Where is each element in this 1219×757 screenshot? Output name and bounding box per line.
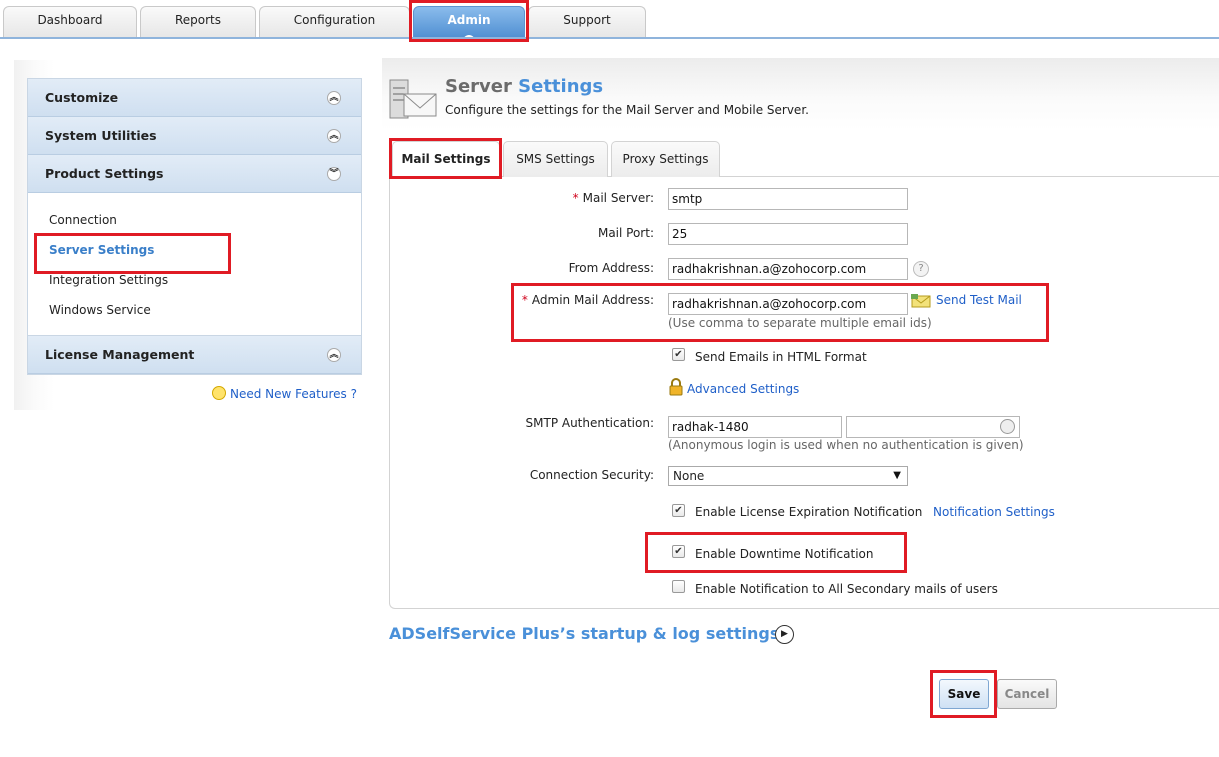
tab-mail-settings[interactable]: Mail Settings — [392, 141, 500, 177]
send-html-label: Send Emails in HTML Format — [695, 350, 867, 364]
smtp-auth-label: SMTP Authentication: — [525, 416, 654, 430]
chevron-down-icon[interactable]: ︾ — [327, 167, 341, 181]
from-address-input[interactable]: radhakrishnan.a@zohocorp.com — [668, 258, 908, 280]
product-settings-list: Connection Server Settings Integration S… — [28, 193, 361, 336]
need-new-features-label: Need New Features ? — [230, 387, 357, 401]
help-icon[interactable]: ? — [913, 261, 929, 277]
sidebar-item-connection[interactable]: Connection — [49, 213, 117, 227]
page-title-part2: Settings — [518, 76, 604, 97]
connection-security-label: Connection Security: — [529, 468, 654, 482]
envelope-icon — [911, 294, 931, 308]
mail-server-icon — [389, 79, 437, 119]
tab-support[interactable]: Support — [528, 6, 646, 38]
expand-arrow-icon[interactable]: ▶ — [775, 625, 794, 644]
lock-icon — [669, 378, 683, 396]
notification-settings-link[interactable]: Notification Settings — [933, 505, 1055, 519]
need-new-features-link[interactable]: Need New Features ? — [212, 386, 357, 401]
startup-log-settings-link[interactable]: ADSelfService Plus’s startup & log setti… — [389, 624, 779, 643]
mail-server-input[interactable]: smtp — [668, 188, 908, 210]
sidebar-item-windows-service[interactable]: Windows Service — [49, 303, 151, 317]
sidebar-section-label: Customize — [45, 90, 119, 105]
show-password-icon[interactable] — [1000, 419, 1015, 434]
smtp-password-input[interactable] — [846, 416, 1020, 438]
mail-port-input[interactable]: 25 — [668, 223, 908, 245]
sidebar-item-server-settings[interactable]: Server Settings — [49, 243, 154, 257]
sidebar-section-label: System Utilities — [45, 128, 157, 143]
downtime-notification-checkbox[interactable]: ✔ — [672, 545, 685, 558]
required-mark: * — [572, 191, 579, 205]
tab-reports[interactable]: Reports — [140, 6, 256, 38]
chevron-up-icon[interactable]: ︽ — [327, 348, 341, 362]
nav-baseline — [0, 37, 1219, 39]
admin-mail-hint: (Use comma to separate multiple email id… — [668, 316, 932, 330]
top-navigation: Dashboard Reports Configuration Admin Su… — [0, 0, 1219, 41]
admin-mail-label-text: Admin Mail Address: — [531, 293, 654, 307]
send-html-checkbox[interactable]: ✔ — [672, 348, 685, 361]
sidebar-section-label: Product Settings — [45, 166, 164, 181]
sidebar-section-product-settings[interactable]: Product Settings ︾ — [28, 155, 361, 193]
mail-port-label: Mail Port: — [597, 226, 654, 240]
sidebar-section-license-management[interactable]: License Management ︽ — [28, 336, 361, 374]
advanced-settings-link[interactable]: Advanced Settings — [687, 382, 799, 396]
tab-sms-settings[interactable]: SMS Settings — [503, 141, 608, 177]
admin-mail-label: * Admin Mail Address: — [480, 293, 654, 307]
downtime-notification-label: Enable Downtime Notification — [695, 547, 874, 561]
tab-admin[interactable]: Admin — [413, 6, 525, 41]
secondary-mails-checkbox[interactable] — [672, 580, 685, 593]
secondary-mails-label: Enable Notification to All Secondary mai… — [695, 582, 998, 596]
connection-security-select[interactable]: None ▼ — [668, 466, 908, 486]
chevron-up-icon[interactable]: ︽ — [327, 129, 341, 143]
lightbulb-icon — [212, 386, 226, 400]
tab-admin-label: Admin — [447, 13, 491, 27]
mail-server-label-text: Mail Server: — [582, 191, 654, 205]
tab-dashboard[interactable]: Dashboard — [3, 6, 137, 38]
connection-security-value: None — [673, 469, 705, 483]
save-button[interactable]: Save — [939, 679, 989, 709]
sidebar-item-integration-settings[interactable]: Integration Settings — [49, 273, 168, 287]
chevron-up-icon[interactable]: ︽ — [327, 91, 341, 105]
mail-server-label: * Mail Server: — [480, 191, 654, 205]
license-expiration-checkbox[interactable]: ✔ — [672, 504, 685, 517]
smtp-auth-hint: (Anonymous login is used when no authent… — [668, 438, 1024, 452]
license-expiration-label: Enable License Expiration Notification — [695, 505, 923, 519]
page-title-part1: Server — [445, 76, 512, 97]
required-mark: * — [521, 293, 528, 307]
admin-mail-input[interactable]: radhakrishnan.a@zohocorp.com — [668, 293, 908, 315]
from-address-label: From Address: — [568, 261, 654, 275]
sidebar-section-customize[interactable]: Customize ︽ — [28, 79, 361, 117]
page-title: Server Settings — [445, 76, 603, 97]
sidebar-section-label: License Management — [45, 347, 195, 362]
send-test-mail-link[interactable]: Send Test Mail — [936, 293, 1022, 307]
tab-proxy-settings[interactable]: Proxy Settings — [611, 141, 720, 177]
page-subtitle: Configure the settings for the Mail Serv… — [445, 103, 809, 117]
tab-configuration[interactable]: Configuration — [259, 6, 410, 38]
cancel-button[interactable]: Cancel — [997, 679, 1057, 709]
sidebar-section-system-utilities[interactable]: System Utilities ︽ — [28, 117, 361, 155]
dropdown-arrow-icon: ▼ — [893, 470, 901, 481]
smtp-username-input[interactable]: radhak-1480 — [668, 416, 842, 438]
sidebar: Customize ︽ System Utilities ︽ Product S… — [27, 78, 362, 375]
